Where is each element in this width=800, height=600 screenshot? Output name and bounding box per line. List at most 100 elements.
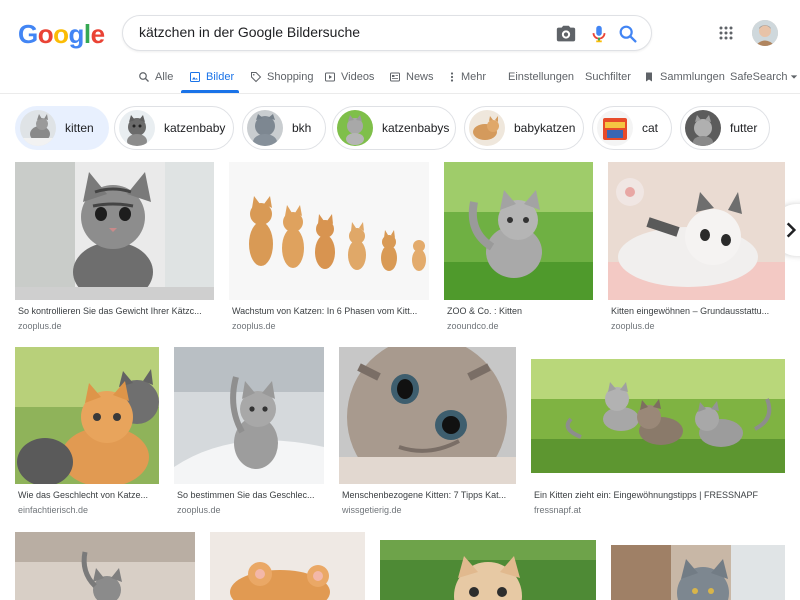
result-thumbnail[interactable]	[380, 540, 596, 600]
tab-label: Shopping	[267, 71, 314, 83]
chip-label: babykatzen	[514, 121, 576, 135]
image-result[interactable]: So bestimmen Sie das Geschlec... zooplus…	[174, 347, 324, 519]
tab-shopping[interactable]: Shopping	[250, 62, 314, 92]
tab-label: News	[406, 71, 434, 83]
result-title[interactable]: Menschenbezogene Kitten: 7 Tipps Kat...	[342, 490, 515, 500]
logo-letter: l	[83, 19, 91, 49]
image-result[interactable]	[380, 540, 596, 600]
search-tabs: Alle Bilder Shopping Videos News Mehr Ei…	[0, 62, 800, 94]
avatar[interactable]	[752, 20, 778, 46]
result-title[interactable]: ZOO & Co. : Kitten	[447, 306, 592, 316]
result-thumbnail[interactable]	[15, 532, 195, 600]
result-thumbnail[interactable]	[444, 162, 593, 300]
search-box[interactable]	[122, 15, 652, 51]
tab-label: Bilder	[206, 71, 235, 83]
safesearch-label: SafeSearch	[730, 71, 788, 83]
result-title[interactable]: Ein Kitten zieht ein: Eingewöhnungstipps…	[534, 490, 784, 500]
result-source: einfachtierisch.de	[18, 505, 89, 515]
chip-bkh[interactable]: bkh	[242, 106, 326, 150]
chip-cat[interactable]: cat	[592, 106, 672, 150]
camera-icon[interactable]	[555, 23, 577, 45]
settings-label: Einstellungen	[508, 71, 575, 83]
chip-thumbnail	[685, 110, 721, 146]
filter-label: Suchfilter	[585, 71, 631, 83]
settings-link[interactable]: Einstellungen	[508, 62, 574, 92]
caret-down-icon	[791, 75, 798, 79]
result-source: zooplus.de	[18, 321, 62, 331]
tab-videos[interactable]: Videos	[324, 62, 374, 92]
image-result[interactable]: Wie das Geschlecht von Katze... einfacht…	[15, 347, 159, 519]
logo-letter: e	[90, 19, 105, 49]
chip-babykatzen[interactable]: babykatzen	[464, 106, 584, 150]
tab-alle[interactable]: Alle	[138, 62, 173, 92]
result-source: zooundco.de	[447, 321, 499, 331]
image-result[interactable]	[611, 545, 785, 600]
logo-letter: o	[37, 19, 54, 49]
result-thumbnail[interactable]	[608, 162, 785, 300]
tag-icon	[251, 72, 262, 83]
logo-letter: g	[68, 19, 85, 49]
tab-bilder[interactable]: Bilder	[189, 62, 234, 92]
collections-link[interactable]: Sammlungen	[643, 62, 725, 92]
chip-thumbnail	[469, 110, 505, 146]
result-source: fressnapf.at	[534, 505, 582, 515]
result-title[interactable]: So bestimmen Sie das Geschlec...	[177, 490, 323, 500]
result-thumbnail[interactable]	[611, 545, 785, 600]
chip-label: katzenbaby	[164, 121, 226, 135]
result-source: zooplus.de	[177, 505, 221, 515]
image-icon	[190, 72, 200, 82]
chip-futter[interactable]: futter	[680, 106, 770, 150]
result-thumbnail[interactable]	[15, 347, 159, 484]
image-result[interactable]: Ein Kitten zieht ein: Eingewöhnungstipps…	[531, 347, 785, 519]
result-source: wissgetierig.de	[342, 505, 402, 515]
chip-thumbnail	[597, 110, 633, 146]
chip-thumbnail	[247, 110, 283, 146]
chip-katzenbaby[interactable]: katzenbaby	[114, 106, 234, 150]
tab-label: Alle	[155, 71, 174, 83]
image-result[interactable]	[210, 532, 365, 600]
chip-label: futter	[730, 121, 758, 135]
result-thumbnail[interactable]	[15, 162, 214, 300]
collections-label: Sammlungen	[660, 71, 725, 83]
tab-news[interactable]: News	[389, 62, 434, 92]
chip-kitten[interactable]: kitten	[15, 106, 109, 150]
filter-link[interactable]: Suchfilter	[585, 62, 631, 92]
result-title[interactable]: Wachstum von Katzen: In 6 Phasen vom Kit…	[232, 306, 428, 316]
result-title[interactable]: So kontrollieren Sie das Gewicht Ihrer K…	[18, 306, 212, 316]
image-result[interactable]: Menschenbezogene Kitten: 7 Tipps Kat... …	[339, 347, 516, 519]
play-icon	[325, 72, 335, 82]
result-thumbnail[interactable]	[210, 532, 365, 600]
result-thumbnail[interactable]	[339, 347, 516, 484]
chip-katzenbabys[interactable]: katzenbabys	[332, 106, 456, 150]
tab-label: Mehr	[461, 71, 487, 83]
result-thumbnail[interactable]	[229, 162, 429, 300]
result-title[interactable]: Wie das Geschlecht von Katze...	[18, 490, 158, 500]
newspaper-icon	[390, 72, 400, 82]
result-source: zooplus.de	[611, 321, 655, 331]
more-vert-icon	[450, 72, 454, 82]
search-icon[interactable]	[617, 23, 639, 45]
image-result[interactable]: ZOO & Co. : Kitten zooundco.de	[444, 162, 593, 334]
result-thumbnail[interactable]	[531, 359, 785, 473]
image-result[interactable]	[15, 532, 195, 600]
image-result[interactable]: Kitten eingewöhnen – Grundausstattu... z…	[608, 162, 785, 334]
chip-thumbnail	[119, 110, 155, 146]
active-tab-indicator	[181, 90, 239, 93]
image-result[interactable]: Wachstum von Katzen: In 6 Phasen vom Kit…	[229, 162, 429, 334]
search-icon	[139, 72, 149, 82]
safesearch-menu[interactable]: SafeSearch	[730, 62, 798, 92]
google-logo[interactable]: Google	[18, 19, 105, 50]
chip-thumbnail	[337, 110, 373, 146]
logo-letter: G	[18, 19, 38, 49]
logo-letter: o	[53, 19, 69, 49]
result-thumbnail[interactable]	[174, 347, 324, 484]
chip-label: kitten	[65, 121, 94, 135]
apps-grid-icon[interactable]	[719, 26, 733, 40]
image-result[interactable]: So kontrollieren Sie das Gewicht Ihrer K…	[15, 162, 214, 334]
related-chips: kitten katzenbaby bkh katzenbabys babyka…	[0, 102, 800, 256]
chip-thumbnail	[20, 110, 56, 146]
search-input[interactable]	[139, 24, 539, 40]
microphone-icon[interactable]	[588, 23, 610, 45]
result-title[interactable]: Kitten eingewöhnen – Grundausstattu...	[611, 306, 784, 316]
tab-mehr[interactable]: Mehr	[448, 62, 486, 92]
